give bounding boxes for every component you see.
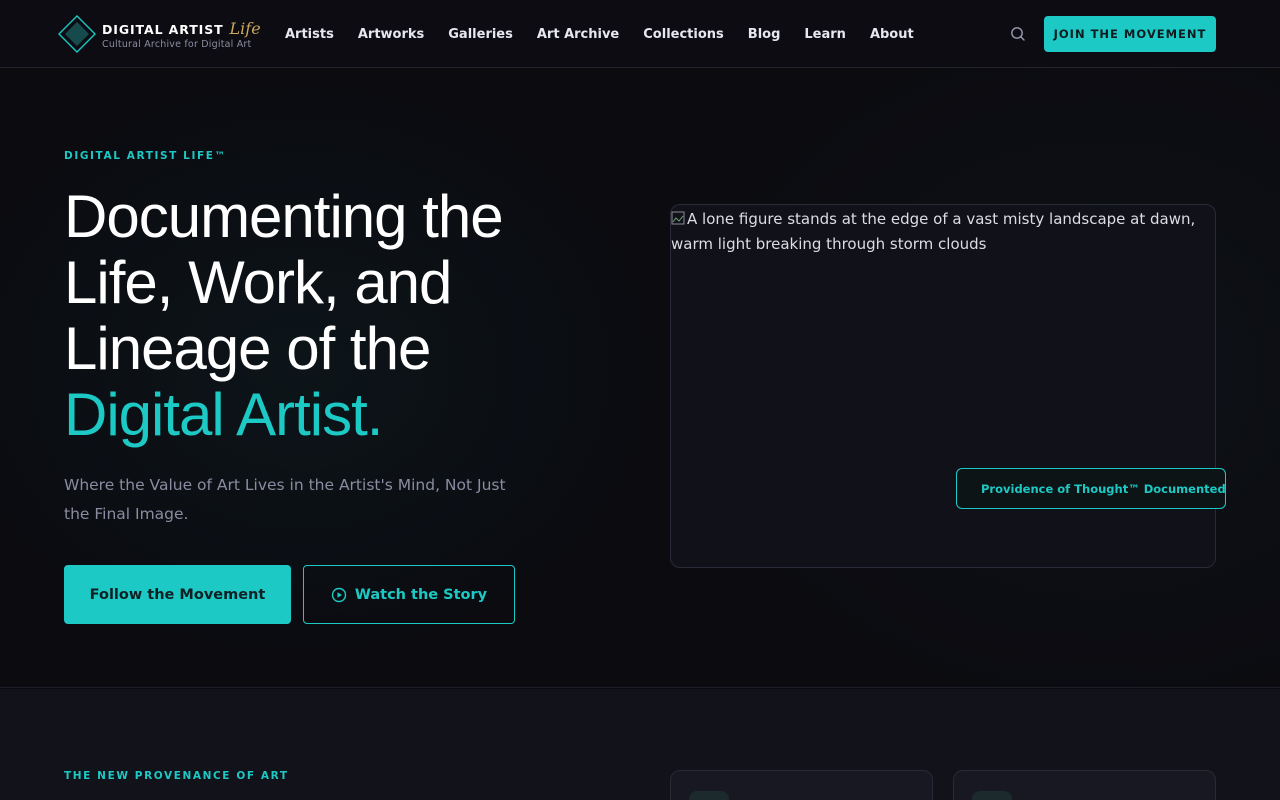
broken-image-icon [671,211,685,225]
watch-story-label: Watch the Story [354,586,488,603]
hero-title-line-3: Lineage of the [64,315,431,382]
hero-title-line-1: Documenting the [64,183,504,250]
logo-text: DIGITAL ARTIST Life Cultural Archive for… [102,19,261,50]
nav-item-art-archive[interactable]: Art Archive [537,27,619,42]
feature-card [670,770,933,800]
nav-item-collections[interactable]: Collections [643,27,724,42]
logo-title: DIGITAL ARTIST [102,21,224,37]
section-eyebrow: THE NEW PROVENANCE OF ART [64,770,289,782]
follow-movement-button[interactable]: Follow the Movement [64,565,291,624]
nav-item-about[interactable]: About [870,27,914,42]
nav-item-blog[interactable]: Blog [748,27,781,42]
nav-item-artworks[interactable]: Artworks [358,27,424,42]
play-circle-icon [331,587,347,602]
hero-image: A lone figure stands at the edge of a va… [670,204,1216,568]
hero-image-alt-text: A lone figure stands at the edge of a va… [671,207,1211,257]
hero-subtitle: Where the Value of Art Lives in the Arti… [64,476,506,523]
hero-eyebrow: DIGITAL ARTIST LIFE™ [64,150,227,162]
nav-item-galleries[interactable]: Galleries [448,27,513,42]
provenance-badge-text: Providence of Thought™ Documented [981,481,1226,496]
provenance-badge: Providence of Thought™ Documented [956,468,1226,509]
hero-title-accent: Digital Artist. [64,381,383,448]
feature-card-icon [689,791,729,800]
feature-card [953,770,1216,800]
main-nav: Artists Artworks Galleries Art Archive C… [285,0,938,68]
diamond-logo-icon [58,15,96,53]
nav-item-learn[interactable]: Learn [804,27,846,42]
hero-section: DIGITAL ARTIST LIFE™ Documenting the Lif… [0,69,1280,688]
join-movement-button[interactable]: JOIN THE MOVEMENT [1044,16,1216,52]
hero-title: Documenting the Life, Work, and Lineage … [64,184,624,448]
logo-title-row: DIGITAL ARTIST Life [102,19,261,38]
search-icon[interactable] [1008,24,1028,44]
provenance-section: THE NEW PROVENANCE OF ART [0,689,1280,800]
nav-item-artists[interactable]: Artists [285,27,334,42]
logo[interactable]: DIGITAL ARTIST Life Cultural Archive for… [58,14,261,54]
feature-card-icon [972,791,1012,800]
logo-subtitle: Cultural Archive for Digital Art [102,38,252,50]
watch-story-button[interactable]: Watch the Story [303,565,515,624]
hero-title-line-2: Life, Work, and [64,249,452,316]
site-header: DIGITAL ARTIST Life Cultural Archive for… [0,0,1280,68]
hero-image-alt: A lone figure stands at the edge of a va… [671,210,1196,253]
logo-script: Life [229,18,261,38]
